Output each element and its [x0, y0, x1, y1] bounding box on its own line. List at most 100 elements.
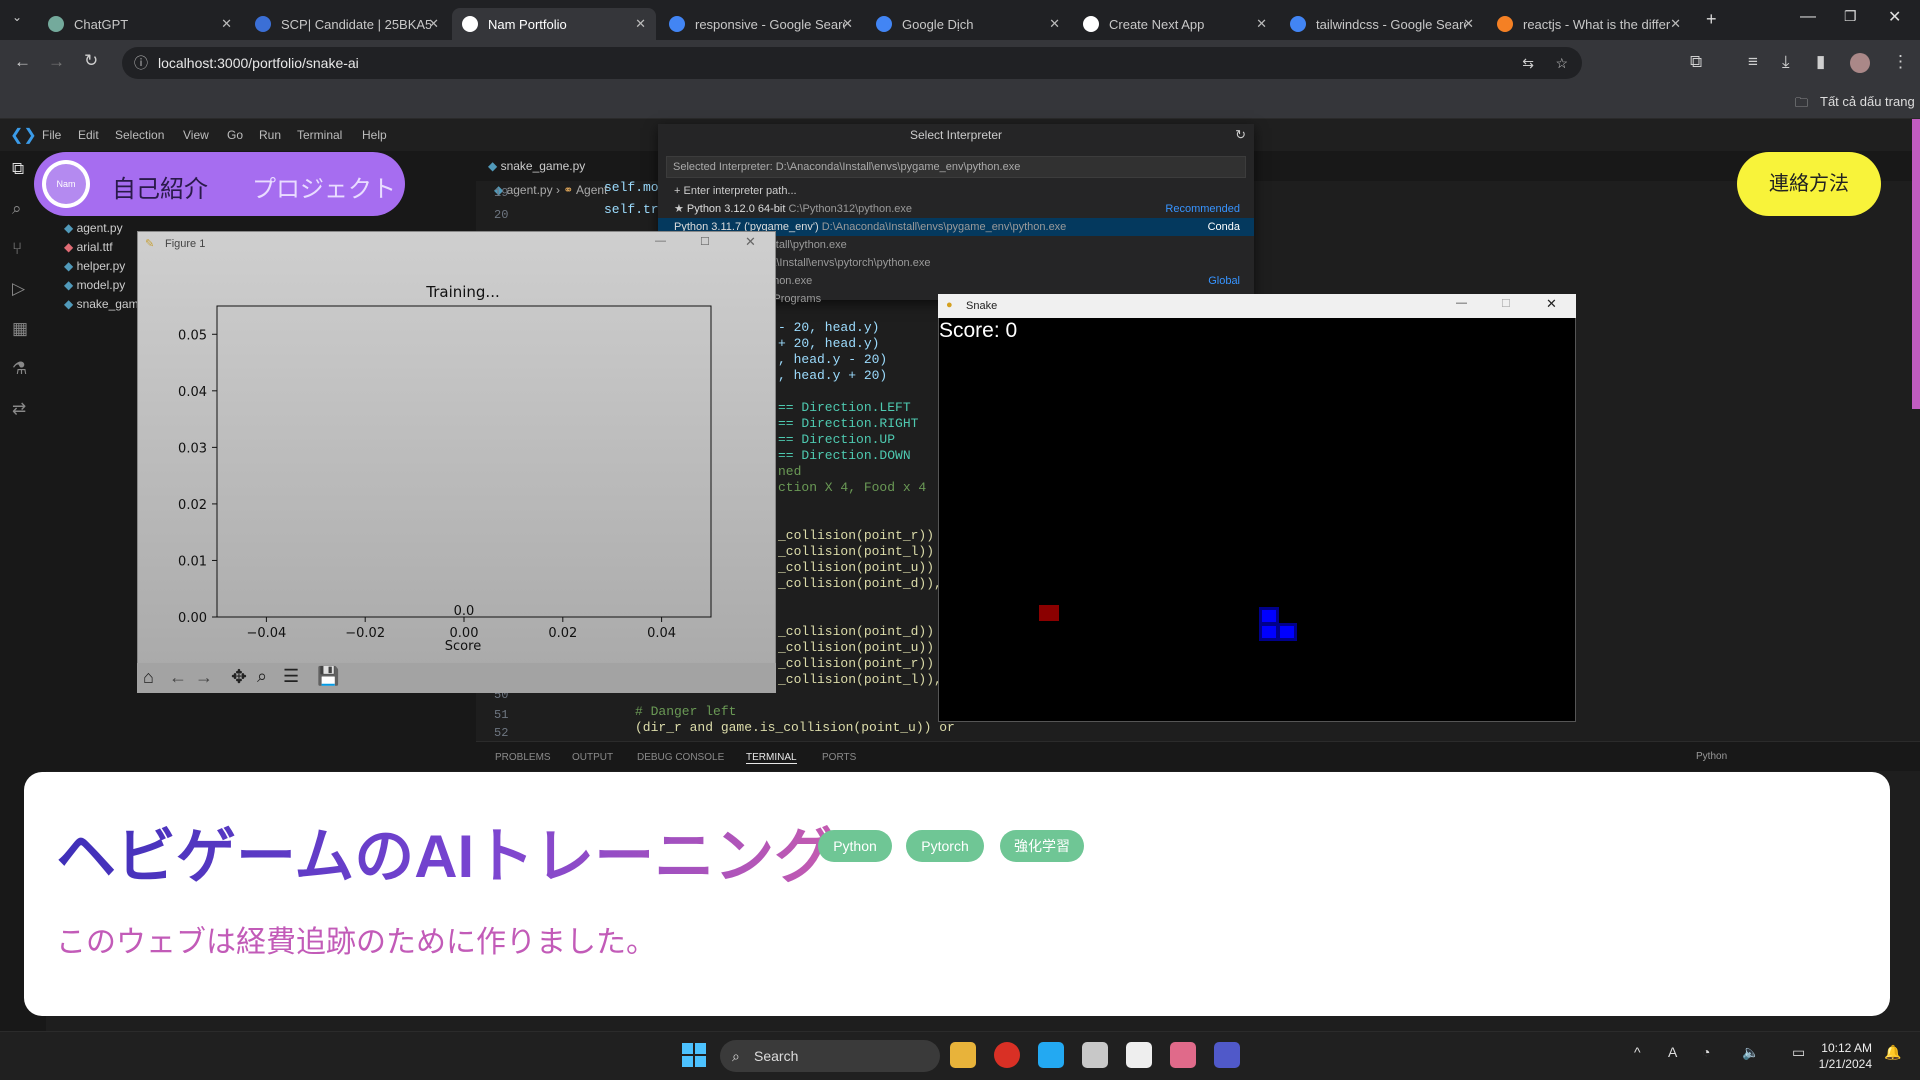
new-tab-button[interactable]: + [1706, 9, 1717, 30]
panel-tab[interactable]: TERMINAL [746, 752, 797, 764]
tab-close-icon[interactable]: ✕ [1256, 16, 1267, 32]
panel-tab[interactable]: PORTS [822, 752, 856, 763]
nav-about[interactable]: 自己紹介 [112, 169, 208, 204]
start-icon[interactable] [682, 1043, 706, 1067]
menu-help[interactable]: Help [362, 128, 387, 142]
restore-icon[interactable]: ❐ [1844, 8, 1857, 25]
tray-chevron-icon[interactable]: ^ [1634, 1044, 1641, 1060]
snake-maximize-icon[interactable]: ☐ [1501, 297, 1511, 310]
download-icon[interactable]: ⤓ [1782, 52, 1790, 72]
back-arrow-icon[interactable]: ← [169, 667, 187, 688]
taskbar-search[interactable]: ⌕ Search [720, 1040, 940, 1072]
pan-icon[interactable]: ✥ [231, 666, 247, 689]
ime-icon[interactable]: A [1668, 1044, 1677, 1060]
configure-icon[interactable]: ☰ [283, 666, 299, 687]
address-bar[interactable]: ⓘ localhost:3000/portfolio/snake-ai ⇆ ☆ [122, 47, 1582, 79]
tab-close-icon[interactable]: ✕ [428, 16, 439, 32]
contact-button[interactable]: 連絡方法 [1737, 152, 1881, 216]
snake-close-icon[interactable]: ✕ [1546, 296, 1557, 312]
notification-bell-icon[interactable]: 🔔 [1884, 1044, 1901, 1061]
close-window-icon[interactable]: ✕ [1888, 7, 1901, 27]
menu-view[interactable]: View [183, 128, 209, 142]
browser-menu-icon[interactable]: ⋮ [1892, 52, 1909, 72]
tab-close-icon[interactable]: ✕ [221, 16, 232, 32]
refresh-icon[interactable]: ↻ [1235, 127, 1246, 143]
file-item[interactable]: ◆ model.py [64, 278, 125, 292]
clock-date[interactable]: 1/21/2024 [1812, 1057, 1872, 1071]
source-control-icon[interactable]: ⑂ [12, 239, 22, 259]
snipping-tool-icon[interactable] [1082, 1042, 1108, 1068]
browser-tab[interactable]: tailwindcss - Google Search ✕ [1280, 8, 1484, 40]
menu-terminal[interactable]: Terminal [297, 128, 342, 142]
tab-close-icon[interactable]: ✕ [1670, 16, 1681, 32]
all-bookmarks-link[interactable]: Tất cả dấu trang [1820, 94, 1915, 109]
file-item[interactable]: ◆ helper.py [64, 259, 125, 273]
translate-icon[interactable]: ⇆ [1522, 47, 1534, 79]
home-icon[interactable]: ⌂ [143, 667, 154, 688]
media-icon[interactable]: ≡ [1748, 52, 1758, 72]
remote-icon[interactable]: ⇄ [12, 399, 26, 419]
run-debug-icon[interactable]: ▷ [12, 279, 25, 299]
panel-tab[interactable]: PROBLEMS [495, 752, 551, 763]
tab-search-icon[interactable]: ⌄ [12, 10, 22, 24]
menu-file[interactable]: File [42, 128, 61, 142]
testing-icon[interactable]: ⚗ [12, 359, 27, 379]
zoom-icon[interactable]: ⌕ [257, 666, 267, 687]
back-icon[interactable]: ← [14, 52, 31, 72]
reload-icon[interactable]: ↻ [84, 51, 98, 71]
minimize-icon[interactable]: — [1800, 8, 1816, 26]
teams-icon[interactable] [1214, 1042, 1240, 1068]
editor-tab[interactable]: ◆ snake_game.py [488, 159, 585, 173]
browser-tab[interactable]: Create Next App ✕ [1073, 8, 1277, 40]
save-icon[interactable]: 💾 [317, 666, 339, 687]
browser-tab[interactable]: reactjs - What is the differ ✕ [1487, 8, 1691, 40]
interpreter-input[interactable]: Selected Interpreter: D:\Anaconda\Instal… [666, 156, 1246, 178]
figure-close-icon[interactable]: ✕ [745, 234, 756, 250]
battery-icon[interactable]: ▭ [1792, 1044, 1805, 1061]
browser-tab[interactable]: Google Dịch ✕ [866, 8, 1070, 40]
menu-edit[interactable]: Edit [78, 128, 99, 142]
menu-go[interactable]: Go [227, 128, 243, 142]
file-item[interactable]: ◆ snake_gam [64, 297, 139, 311]
clock-time[interactable]: 10:12 AM [1812, 1041, 1872, 1055]
interpreter-option[interactable]: ★ Python 3.12.0 64-bit C:\Python312\pyth… [658, 200, 1254, 218]
menu-run[interactable]: Run [259, 128, 281, 142]
snake-minimize-icon[interactable]: — [1456, 297, 1467, 309]
tab-close-icon[interactable]: ✕ [635, 16, 646, 32]
side-panel-icon[interactable]: ▮ [1816, 52, 1825, 72]
menu-selection[interactable]: Selection [115, 128, 164, 142]
enter-path-option[interactable]: + Enter interpreter path... [658, 182, 1254, 200]
site-info-icon[interactable]: ⓘ [134, 47, 148, 79]
browser-tab[interactable]: SCP| Candidate | 25BKA58 ✕ [245, 8, 449, 40]
extensions-icon[interactable]: ⧉ [1690, 52, 1702, 72]
chrome-icon[interactable] [994, 1042, 1020, 1068]
file-item[interactable]: ◆ agent.py [64, 221, 123, 235]
panel-tab[interactable]: OUTPUT [572, 752, 613, 763]
tab-close-icon[interactable]: ✕ [1049, 16, 1060, 32]
forward-icon[interactable]: → [48, 52, 65, 72]
search-icon[interactable]: ⌕ [12, 199, 22, 219]
panel-tab[interactable]: DEBUG CONSOLE [637, 752, 724, 763]
terminal-profile[interactable]: Python [1696, 751, 1727, 762]
explorer-icon[interactable]: ⧉ [12, 159, 24, 179]
nav-projects[interactable]: プロジェクト [252, 169, 396, 204]
tab-close-icon[interactable]: ✕ [1463, 16, 1474, 32]
app-icon[interactable] [1170, 1042, 1196, 1068]
file-item[interactable]: ◆ arial.ttf [64, 240, 113, 254]
browser-tab[interactable]: responsive - Google Search ✕ [659, 8, 863, 40]
extensions-view-icon[interactable]: ▦ [12, 319, 28, 339]
forward-arrow-icon[interactable]: → [195, 667, 213, 688]
bookmark-star-icon[interactable]: ☆ [1555, 47, 1568, 79]
profile-avatar[interactable] [1850, 53, 1870, 73]
volume-icon[interactable]: 🔈 [1742, 1044, 1759, 1061]
browser-tab[interactable]: ChatGPT ✕ [38, 8, 242, 40]
figure-maximize-icon[interactable]: ☐ [700, 235, 710, 248]
logo-badge[interactable]: Nam [42, 160, 90, 208]
figure-minimize-icon[interactable]: — [655, 235, 666, 247]
tab-close-icon[interactable]: ✕ [842, 16, 853, 32]
browser-tab[interactable]: Nam Portfolio ✕ [452, 8, 656, 40]
vscode-taskbar-icon[interactable] [1038, 1042, 1064, 1068]
file-explorer-icon[interactable] [950, 1042, 976, 1068]
network-icon[interactable]: ◔ [1702, 1044, 1710, 1060]
notion-icon[interactable] [1126, 1042, 1152, 1068]
